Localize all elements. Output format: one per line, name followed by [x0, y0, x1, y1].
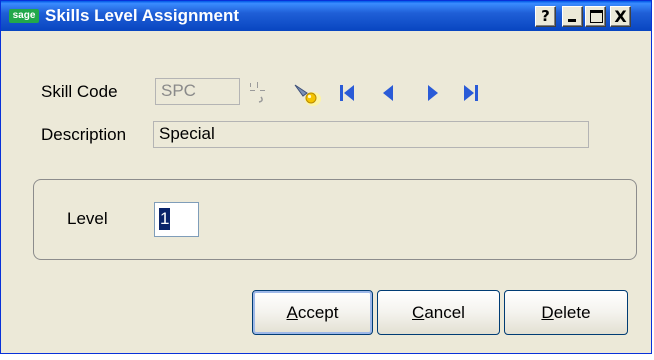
- skills-level-window: sage Skills Level Assignment ? X Skill C…: [0, 0, 652, 354]
- level-value: 1: [159, 208, 171, 230]
- delete-mnemonic: D: [541, 303, 554, 322]
- minimize-icon: [568, 19, 576, 22]
- window-title: Skills Level Assignment: [45, 6, 239, 25]
- next-record-icon[interactable]: [426, 83, 440, 103]
- description-label: Description: [41, 125, 127, 144]
- accept-label: ccept: [297, 303, 339, 322]
- minimize-button[interactable]: [562, 6, 583, 27]
- cancel-mnemonic: C: [412, 303, 425, 322]
- cancel-button[interactable]: Cancel: [377, 290, 500, 335]
- search-icon[interactable]: [293, 81, 323, 109]
- accept-button[interactable]: Accept: [252, 290, 373, 335]
- sage-logo: sage: [9, 9, 39, 23]
- delete-label: elete: [553, 303, 591, 322]
- maximize-button[interactable]: [585, 6, 606, 27]
- level-label: Level: [67, 209, 108, 228]
- skill-code-label: Skill Code: [41, 82, 118, 101]
- skill-code-field[interactable]: SPC: [155, 78, 240, 105]
- first-record-icon[interactable]: [339, 83, 357, 103]
- title-bar[interactable]: sage Skills Level Assignment ? X: [1, 1, 651, 31]
- accept-mnemonic: A: [286, 303, 298, 322]
- level-field[interactable]: 1: [154, 202, 199, 237]
- lookup-icon[interactable]: [247, 79, 269, 105]
- level-group: [33, 179, 637, 260]
- cancel-label: ancel: [424, 303, 465, 322]
- last-record-icon[interactable]: [462, 83, 480, 103]
- description-field[interactable]: Special: [153, 121, 589, 148]
- previous-record-icon[interactable]: [381, 83, 395, 103]
- delete-button[interactable]: Delete: [504, 290, 628, 335]
- maximize-icon: [590, 10, 603, 23]
- close-button[interactable]: X: [610, 6, 631, 27]
- help-button[interactable]: ?: [535, 6, 556, 27]
